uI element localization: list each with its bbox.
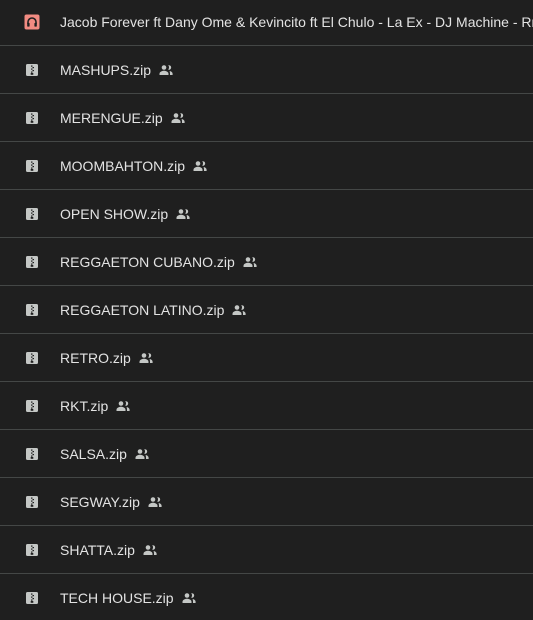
people-shared-icon — [139, 353, 153, 363]
people-shared-icon — [148, 497, 162, 507]
row-left-gutter — [0, 143, 5, 189]
file-row[interactable]: Jacob Forever ft Dany Ome & Kevincito ft… — [0, 0, 533, 46]
file-name: SEGWAY.zip — [60, 494, 140, 510]
file-name-cell: REGGAETON CUBANO.zip — [60, 239, 258, 285]
file-row[interactable]: MERENGUE.zip — [0, 95, 533, 142]
people-shared-icon — [243, 257, 257, 267]
zip-file-icon — [26, 352, 38, 364]
file-name: Jacob Forever ft Dany Ome & Kevincito ft… — [60, 14, 533, 30]
row-left-gutter — [0, 431, 5, 477]
zip-file-icon — [26, 112, 38, 124]
zip-file-icon — [26, 448, 38, 460]
zip-file-icon — [26, 304, 38, 316]
file-name: MASHUPS.zip — [60, 62, 152, 78]
file-name: RETRO.zip — [60, 350, 131, 366]
people-shared-icon — [135, 449, 149, 459]
file-name-cell: MASHUPS.zip — [60, 47, 174, 93]
audio-file-icon — [24, 14, 40, 30]
file-name-cell: OPEN SHOW.zip — [60, 191, 191, 237]
people-shared-icon — [176, 209, 190, 219]
people-shared-icon — [159, 65, 173, 75]
file-row[interactable]: SEGWAY.zip — [0, 479, 533, 526]
file-name-cell: SEGWAY.zip — [60, 479, 163, 525]
file-row[interactable]: TECH HOUSE.zip — [0, 575, 533, 620]
row-left-gutter — [0, 527, 5, 573]
zip-file-icon — [26, 208, 38, 220]
zip-file-icon — [26, 592, 38, 604]
people-shared-icon — [171, 113, 185, 123]
file-name: RKT.zip — [60, 398, 109, 414]
row-left-gutter — [0, 383, 5, 429]
row-left-gutter — [0, 335, 5, 381]
file-row[interactable]: SALSA.zip — [0, 431, 533, 478]
file-name: SHATTA.zip — [60, 542, 135, 558]
file-name: MOOMBAHTON.zip — [60, 158, 185, 174]
file-name: REGGAETON LATINO.zip — [60, 302, 225, 318]
file-row[interactable]: REGGAETON CUBANO.zip — [0, 239, 533, 286]
file-name: OPEN SHOW.zip — [60, 206, 169, 222]
people-shared-icon — [232, 305, 247, 315]
zip-file-icon — [26, 496, 38, 508]
file-name: MERENGUE.zip — [60, 110, 163, 126]
file-name: REGGAETON CUBANO.zip — [60, 254, 235, 270]
zip-file-icon — [26, 400, 38, 412]
file-name-cell: TECH HOUSE.zip — [60, 575, 197, 620]
zip-file-icon — [26, 544, 38, 556]
file-name-cell: RKT.zip — [60, 383, 131, 429]
row-left-gutter — [0, 575, 5, 620]
file-name-cell: Jacob Forever ft Dany Ome & Kevincito ft… — [60, 0, 533, 45]
people-shared-icon — [193, 161, 207, 171]
file-row[interactable]: RETRO.zip — [0, 335, 533, 382]
file-row[interactable]: REGGAETON LATINO.zip — [0, 287, 533, 334]
people-shared-icon — [182, 593, 196, 603]
file-row[interactable]: RKT.zip — [0, 383, 533, 430]
row-left-gutter — [0, 0, 5, 45]
file-row[interactable]: OPEN SHOW.zip — [0, 191, 533, 238]
file-name-cell: MERENGUE.zip — [60, 95, 186, 141]
zip-file-icon — [26, 160, 38, 172]
people-shared-icon — [143, 545, 157, 555]
file-row[interactable]: MASHUPS.zip — [0, 47, 533, 94]
file-row[interactable]: SHATTA.zip — [0, 527, 533, 574]
row-left-gutter — [0, 95, 5, 141]
row-left-gutter — [0, 479, 5, 525]
row-left-gutter — [0, 191, 5, 237]
people-shared-icon — [116, 401, 130, 411]
file-list: Jacob Forever ft Dany Ome & Kevincito ft… — [0, 0, 533, 620]
row-left-gutter — [0, 47, 5, 93]
file-name-cell: SHATTA.zip — [60, 527, 158, 573]
file-row[interactable]: MOOMBAHTON.zip — [0, 143, 533, 190]
file-name-cell: SALSA.zip — [60, 431, 150, 477]
file-name-cell: REGGAETON LATINO.zip — [60, 287, 247, 333]
row-left-gutter — [0, 239, 5, 285]
zip-file-icon — [26, 256, 38, 268]
file-name-cell: MOOMBAHTON.zip — [60, 143, 208, 189]
file-name: TECH HOUSE.zip — [60, 590, 174, 606]
file-name-cell: RETRO.zip — [60, 335, 154, 381]
row-left-gutter — [0, 287, 5, 333]
zip-file-icon — [26, 64, 38, 76]
file-name: SALSA.zip — [60, 446, 127, 462]
